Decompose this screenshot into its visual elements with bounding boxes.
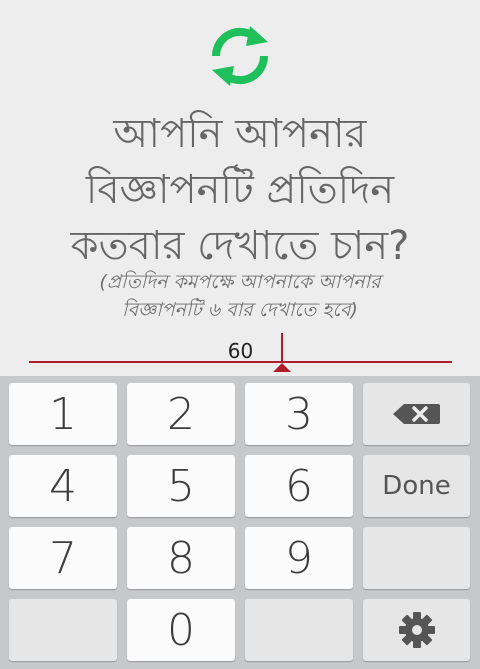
input-value[interactable]: 60 <box>29 339 452 363</box>
hint-line-2: বিজ্ঞাপনটি ৬ বার দেখাতে হবে) <box>122 299 358 321</box>
key-1[interactable]: 1 <box>9 383 117 445</box>
cursor-handle[interactable] <box>273 363 291 372</box>
key-2[interactable]: 2 <box>127 383 235 445</box>
key-8[interactable]: 8 <box>127 527 235 589</box>
gear-icon <box>398 612 435 648</box>
refresh-icon[interactable] <box>206 22 274 90</box>
key-4[interactable]: 4 <box>9 455 117 517</box>
key-0[interactable]: 0 <box>127 599 235 661</box>
prompt-area: আপনি আপনার বিজ্ঞাপনটি প্রতিদিন কতবার দেখ… <box>0 0 480 376</box>
backspace-button[interactable] <box>363 383 470 445</box>
key-3[interactable]: 3 <box>245 383 353 445</box>
question-text: আপনি আপনার বিজ্ঞাপনটি প্রতিদিন কতবার দেখ… <box>0 106 480 274</box>
hint-text: (প্রতিদিন কমপক্ষে আপনাকে আপনার বিজ্ঞাপনট… <box>0 268 480 324</box>
backspace-icon <box>392 404 440 424</box>
key-9[interactable]: 9 <box>245 527 353 589</box>
settings-button[interactable] <box>363 599 470 661</box>
question-line-3: কতবার দেখাতে চান? <box>70 223 410 269</box>
blank-key-middle <box>245 599 353 661</box>
question-line-2: বিজ্ঞাপনটি প্রতিদিন <box>85 167 395 213</box>
blank-key-right <box>363 527 470 589</box>
daily-count-input[interactable]: 60 <box>29 333 452 373</box>
text-cursor <box>281 333 283 363</box>
blank-key-left <box>9 599 117 661</box>
input-underline <box>29 361 452 363</box>
key-6[interactable]: 6 <box>245 455 353 517</box>
key-5[interactable]: 5 <box>127 455 235 517</box>
numeric-keyboard: 1 2 3 4 5 6 Done 7 8 9 0 <box>0 376 480 669</box>
key-7[interactable]: 7 <box>9 527 117 589</box>
hint-line-1: (প্রতিদিন কমপক্ষে আপনাকে আপনার <box>99 271 381 293</box>
done-button[interactable]: Done <box>363 455 470 517</box>
question-line-1: আপনি আপনার <box>113 111 367 157</box>
